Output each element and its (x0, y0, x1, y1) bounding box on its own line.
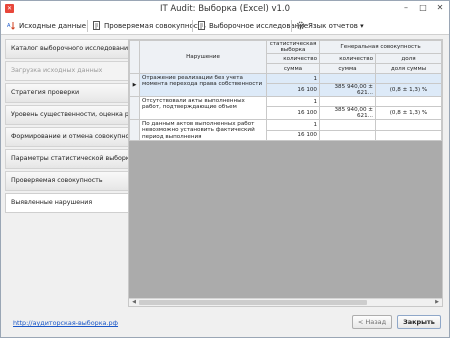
column-header-population[interactable]: Генеральная совокупность (319, 40, 442, 54)
subheader-sum-2: сумма (319, 63, 376, 74)
sidebar-item-populations[interactable]: Формирование и отмена совокупностей (5, 127, 131, 147)
sidebar-item-sample-params[interactable]: Параметры статистической выборки (5, 149, 131, 169)
report-language-dropdown[interactable]: Язык отчетов ▾ (296, 20, 364, 32)
title-bar: ✕ IT Audit: Выборка (Excel) v1.0 – □ ✕ (1, 1, 449, 17)
svg-text:A: A (7, 23, 11, 29)
row-indicator (129, 96, 140, 120)
sort-data-icon: A (7, 21, 16, 30)
sidebar-item-strategy[interactable]: Стратегия проверки (5, 83, 131, 103)
toolbar-divider (87, 20, 88, 32)
toolbar-divider (192, 20, 193, 32)
table-row[interactable]: Отсутствовали акты выполненных работ, по… (129, 96, 442, 120)
source-data-label: Исходные данные (19, 22, 87, 30)
scroll-right-icon[interactable]: ▶ (433, 299, 441, 306)
toolbar: A Исходные данные Проверяемая совокупнос… (1, 17, 449, 35)
subheader-share-sum: доля суммы (375, 63, 442, 74)
subheader-sum: сумма (266, 63, 320, 74)
count-cell[interactable]: 1 (266, 119, 320, 131)
sum-cell[interactable]: 16 100 (266, 106, 320, 120)
scrollbar-thumb[interactable] (139, 300, 367, 305)
population-share-cell[interactable] (375, 119, 442, 131)
horizontal-scrollbar[interactable]: ◀ ▶ (129, 298, 442, 306)
document-icon (197, 21, 206, 30)
footer: http://аудиторская-выборка.рф < Назад За… (1, 309, 449, 337)
window-title: IT Audit: Выборка (Excel) v1.0 (159, 4, 291, 14)
scroll-left-icon[interactable]: ◀ (130, 299, 138, 306)
violations-grid: Нарушение статистическая выборка Генерал… (129, 40, 442, 142)
minimize-icon[interactable]: – (397, 1, 415, 15)
sidebar-item-catalog[interactable]: Каталог выборочного исследования (5, 39, 131, 59)
population-sum-cell[interactable]: 385 940,00 ± 621... (319, 106, 376, 120)
table-row[interactable]: По данным актов выполненных работ невозм… (129, 118, 442, 142)
close-button[interactable]: Закрыть (397, 315, 441, 329)
population-count-cell[interactable] (319, 96, 376, 107)
row-indicator-header (129, 40, 140, 74)
sum-cell[interactable]: 16 100 (266, 129, 320, 142)
population-sum-cell[interactable] (319, 129, 376, 142)
sidebar-item-checked-set[interactable]: Проверяемая совокупность (5, 171, 131, 191)
count-cell[interactable]: 1 (266, 96, 320, 107)
back-button[interactable]: < Назад (352, 315, 392, 329)
population-sum-cell[interactable]: 385 940,00 ± 621... (319, 83, 376, 97)
violation-cell[interactable]: Отражение реализации без учета момента п… (139, 73, 267, 97)
population-share-sum-cell[interactable]: (0,8 ± 1,3) % (375, 83, 442, 97)
population-share-sum-cell[interactable] (375, 129, 442, 142)
population-share-cell[interactable] (375, 96, 442, 107)
subheader-count: количество (266, 53, 320, 64)
sidebar-nav: Каталог выборочного исследования Загрузк… (5, 39, 131, 309)
gear-icon (296, 21, 305, 30)
population-count-cell[interactable] (319, 119, 376, 131)
website-link[interactable]: http://аудиторская-выборка.рф (13, 319, 118, 327)
current-row-arrow-icon: ▶ (129, 73, 140, 97)
source-data-button[interactable]: A Исходные данные (7, 20, 86, 32)
sidebar-item-violations[interactable]: Выявленные нарушения (5, 193, 131, 213)
close-icon[interactable]: ✕ (431, 1, 449, 15)
sidebar-item-load-data: Загрузка исходных данных (5, 61, 131, 81)
violation-cell[interactable]: Отсутствовали акты выполненных работ, по… (139, 96, 267, 120)
checked-set-label: Проверяемая совокупность (104, 22, 206, 30)
population-share-cell[interactable] (375, 73, 442, 84)
toolbar-divider (291, 20, 292, 32)
row-indicator (129, 118, 140, 142)
checked-set-button[interactable]: Проверяемая совокупность (92, 20, 206, 32)
count-cell[interactable]: 1 (266, 73, 320, 84)
report-language-label: Язык отчетов ▾ (308, 22, 364, 30)
violation-cell[interactable]: По данным актов выполненных работ невозм… (139, 118, 267, 142)
table-row[interactable]: ▶ Отражение реализации без учета момента… (129, 73, 442, 97)
column-header-violation[interactable]: Нарушение (139, 40, 267, 74)
subheader-share: доля (375, 53, 442, 64)
column-header-stat-sample[interactable]: статистическая выборка (266, 40, 320, 54)
document-icon (92, 21, 101, 30)
subheader-count-2: количество (319, 53, 376, 64)
sum-cell[interactable]: 16 100 (266, 83, 320, 97)
sample-study-label: Выборочное исследование (209, 22, 309, 30)
sidebar-item-materiality[interactable]: Уровень существенности, оценка риска (5, 105, 131, 125)
violations-grid-panel: Нарушение статистическая выборка Генерал… (128, 39, 443, 307)
population-count-cell[interactable] (319, 73, 376, 84)
maximize-icon[interactable]: □ (414, 1, 432, 15)
population-share-sum-cell[interactable]: (0,8 ± 1,3) % (375, 106, 442, 120)
app-window: ✕ IT Audit: Выборка (Excel) v1.0 – □ ✕ A… (0, 0, 450, 338)
